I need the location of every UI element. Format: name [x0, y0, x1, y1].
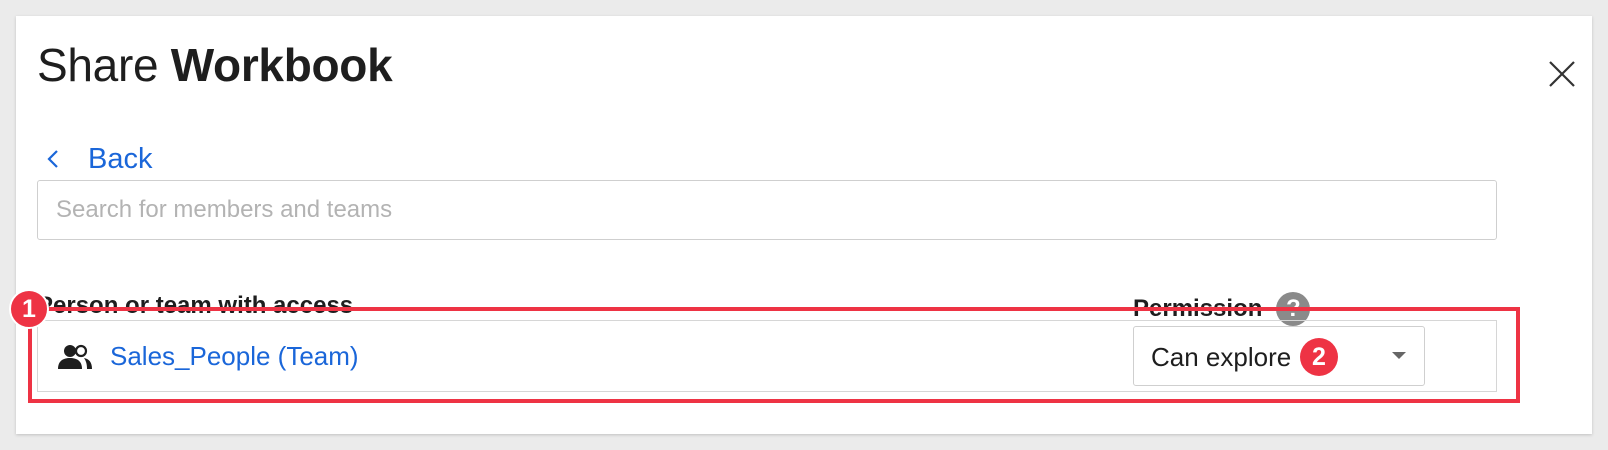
- title-prefix: Share: [37, 39, 159, 91]
- permission-dropdown[interactable]: Can explore: [1133, 326, 1425, 386]
- permission-header-label: Permission: [1133, 295, 1263, 322]
- access-row: Sales_People (Team) Can explore: [37, 320, 1497, 392]
- team-icon: [58, 344, 92, 369]
- back-button[interactable]: Back: [46, 139, 152, 179]
- share-workbook-dialog: Share Workbook Back Person or team with …: [16, 16, 1592, 434]
- caret-down-icon: [1392, 352, 1406, 359]
- annotation-marker-2: 2: [1300, 338, 1338, 376]
- search-field[interactable]: [37, 180, 1497, 240]
- permission-value: Can explore: [1151, 342, 1292, 372]
- title-bold: Workbook: [170, 39, 393, 91]
- back-label: Back: [88, 142, 153, 175]
- close-icon: [1549, 61, 1575, 87]
- close-button[interactable]: [1546, 58, 1578, 90]
- person-column-header: Person or team with access: [37, 292, 354, 319]
- team-name-link[interactable]: Sales_People (Team): [110, 341, 359, 372]
- dialog-title: Share Workbook: [37, 38, 393, 92]
- search-input[interactable]: [54, 180, 1496, 240]
- chevron-left-icon: [47, 150, 58, 168]
- annotation-marker-1: 1: [9, 289, 49, 329]
